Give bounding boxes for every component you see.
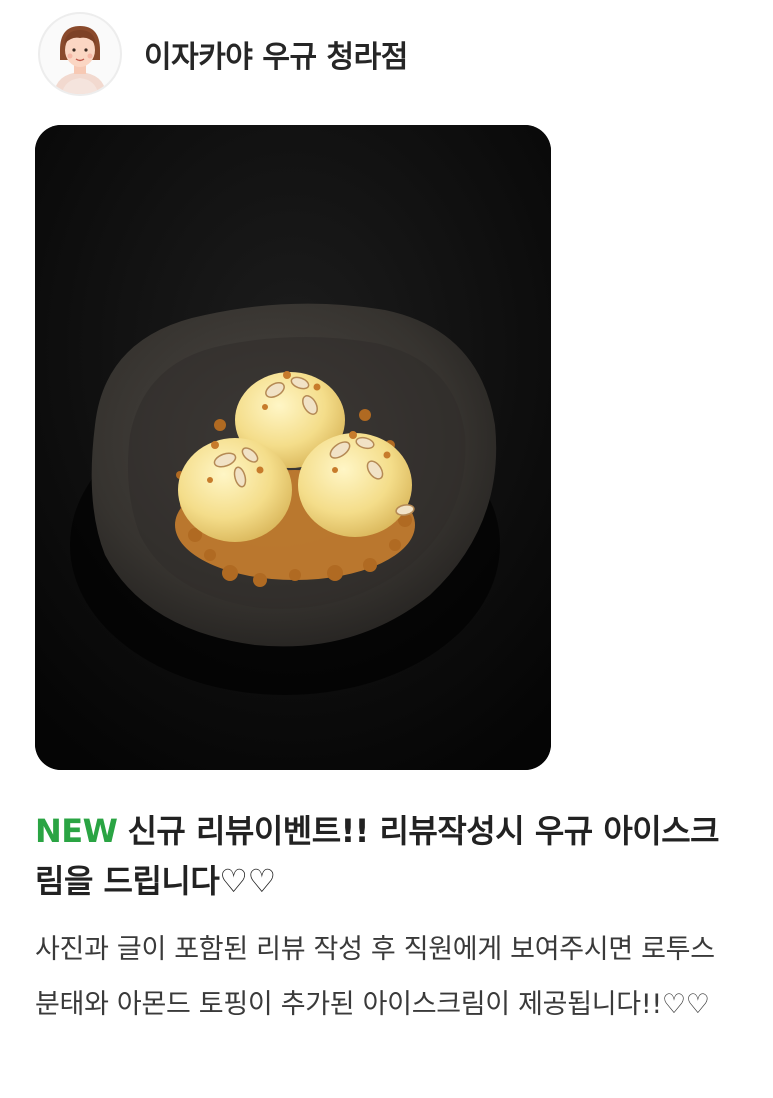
store-avatar[interactable] — [38, 12, 122, 96]
ice-cream-dessert-photo[interactable] — [35, 125, 551, 770]
store-name[interactable]: 이자카야 우규 청라점 — [144, 32, 408, 76]
event-title[interactable]: NEW 신규 리뷰이벤트!! 리뷰작성시 우규 아이스크림을 드립니다♡♡ — [35, 806, 735, 906]
event-title-text: 신규 리뷰이벤트!! 리뷰작성시 우규 아이스크림을 드립니다♡♡ — [35, 812, 720, 900]
event-description: 사진과 글이 포함된 리뷰 작성 후 직원에게 보여주시면 로투스 분태와 아몬… — [35, 934, 715, 1020]
new-badge: NEW — [35, 812, 118, 850]
dessert-illustration — [35, 125, 551, 770]
store-header: 이자카야 우규 청라점 — [38, 12, 408, 96]
person-avatar-icon — [54, 26, 106, 94]
